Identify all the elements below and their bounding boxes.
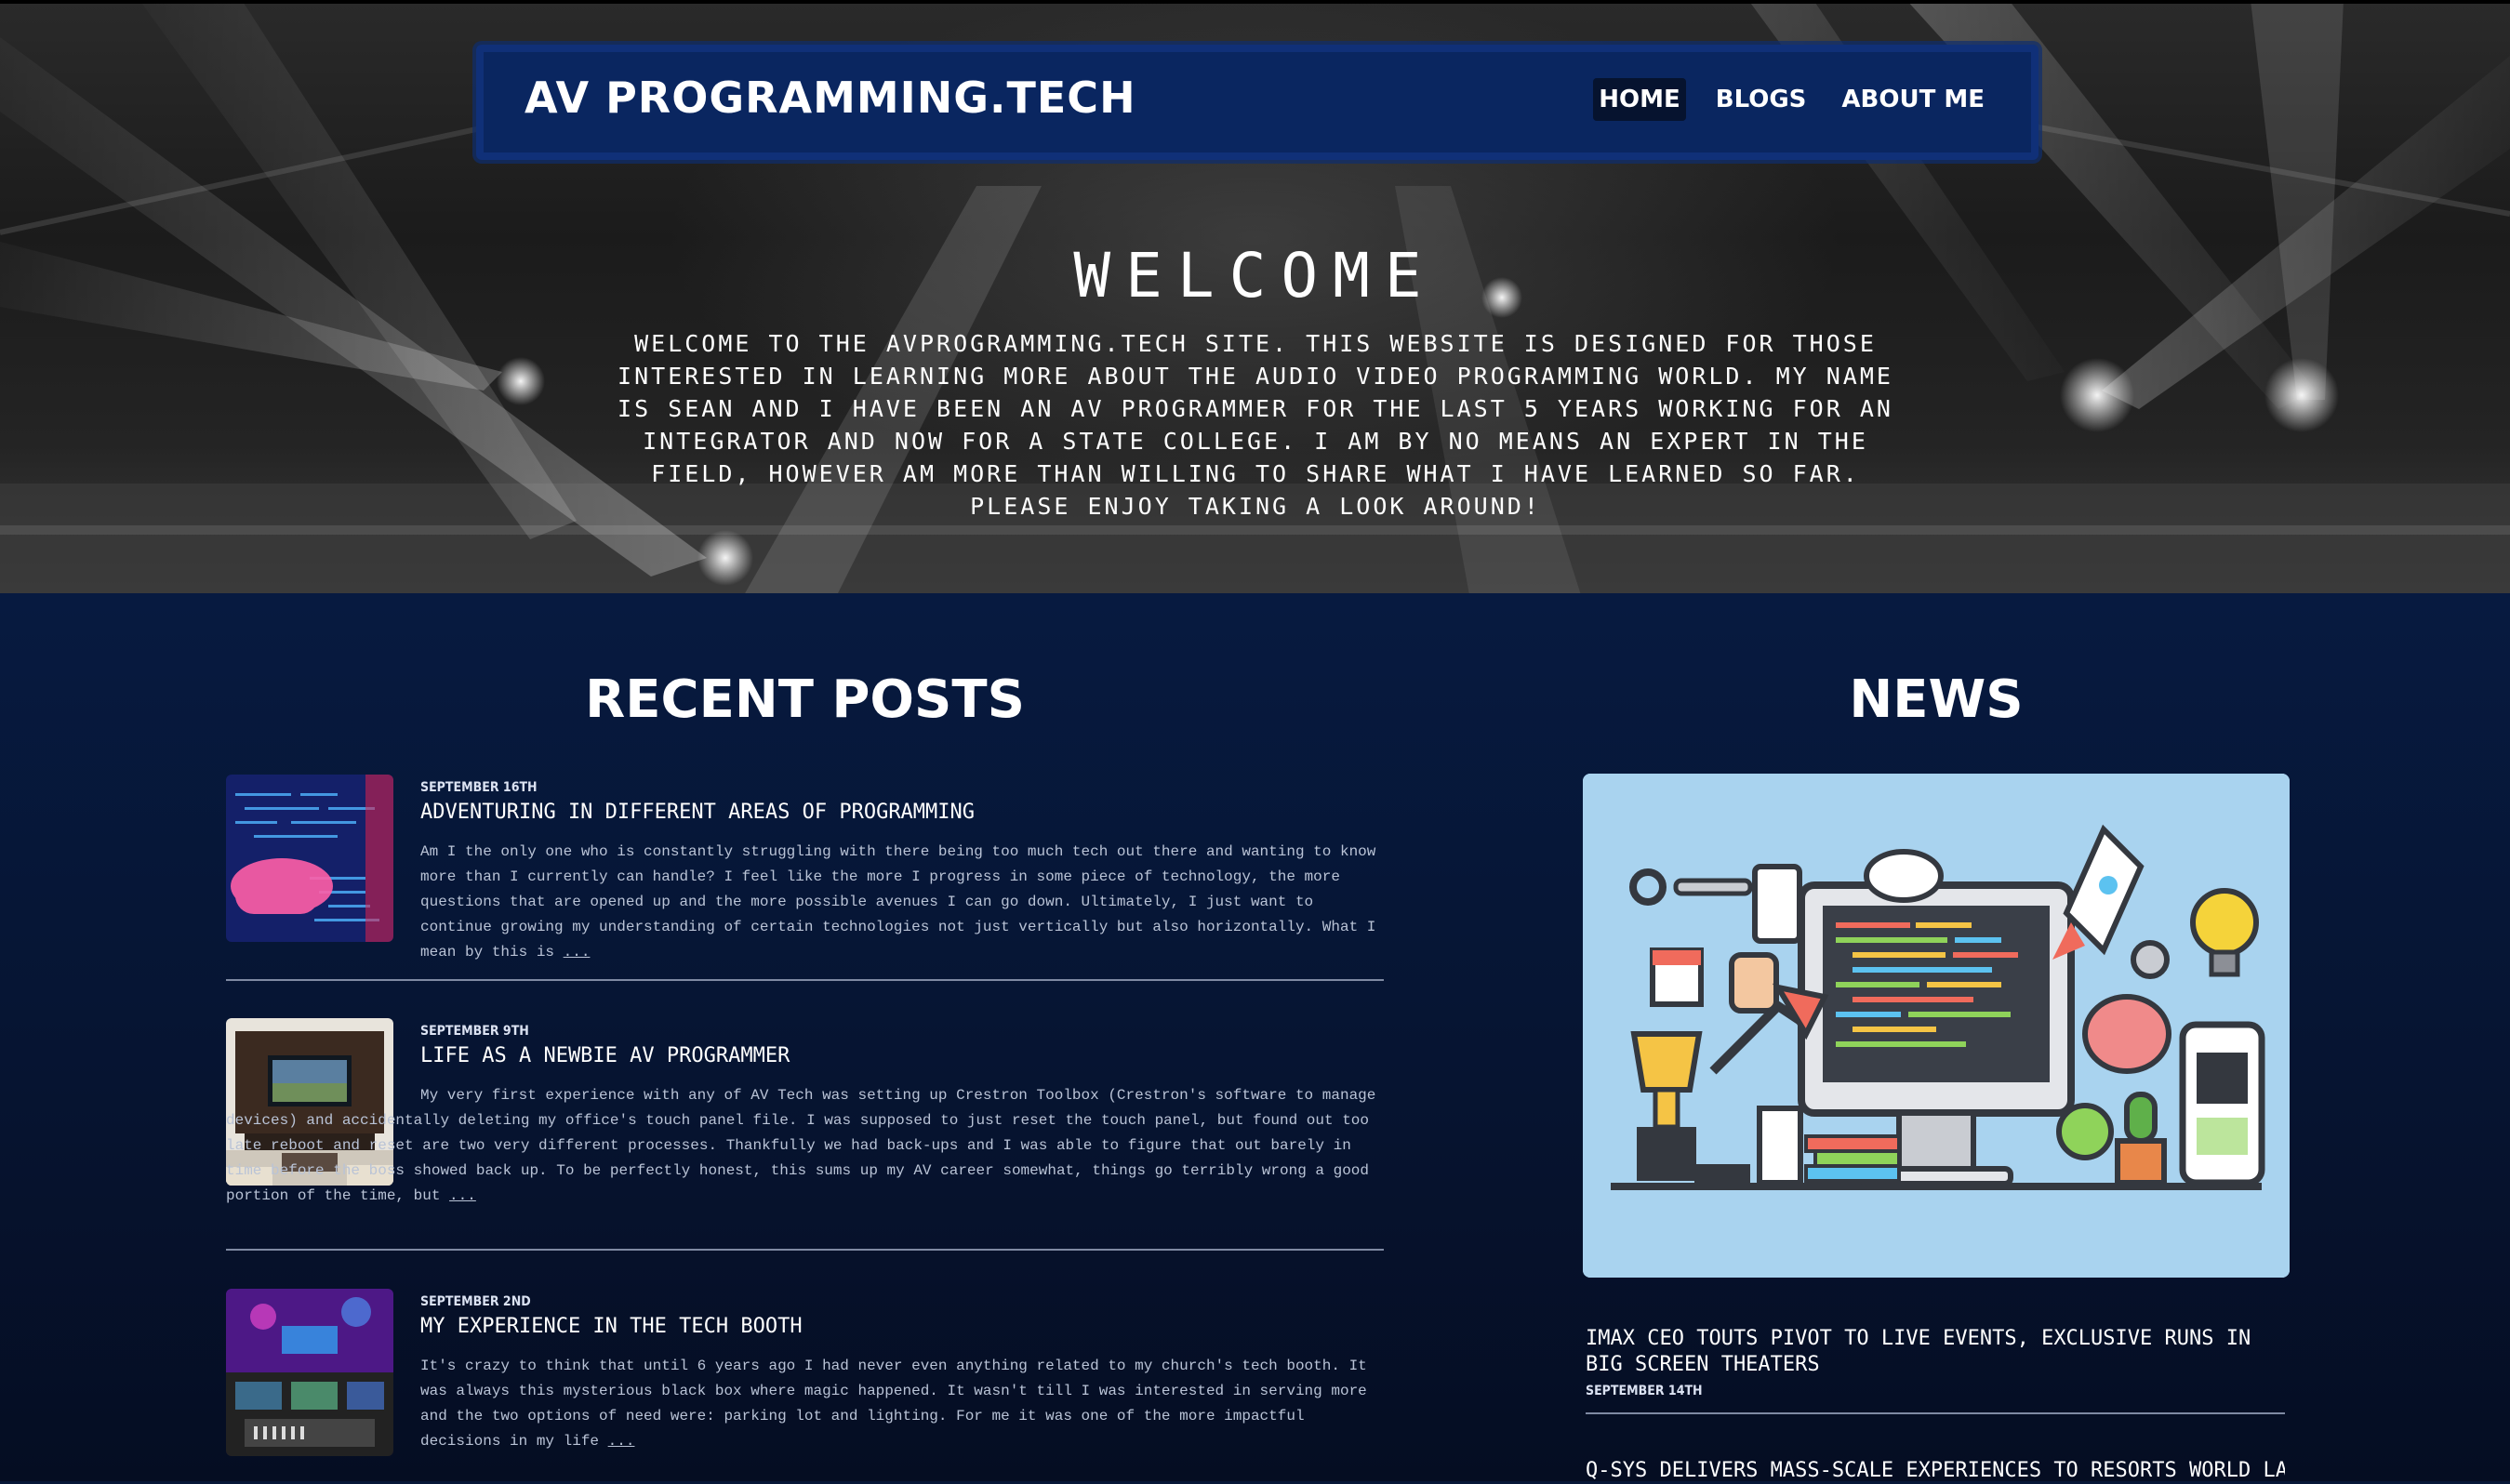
post-title-link[interactable]: Adventuring in Different Areas of Progra… [420,801,975,824]
post-excerpt: My very first experience with any of AV … [226,1083,1384,1209]
post-item: September 9th Life as a Newbie AV Progra… [226,1018,1384,1260]
read-more-link[interactable]: ... [449,1187,476,1204]
post-item: September 16th Adventuring in Different … [226,775,1384,961]
post-excerpt: Am I the only one who is constantly stru… [420,840,1384,965]
recent-posts-heading: RECENT POSTS [585,669,1025,730]
news-heading: NEWS [1849,669,2024,730]
welcome-paragraph: Welcome to the avprogramming.tech site. … [618,330,1893,520]
post-excerpt-text: My very first experience with any of AV … [226,1087,1376,1204]
programming-illustration [1583,774,2290,1278]
read-more-link[interactable]: ... [564,944,591,961]
post-date: September 2nd [420,1294,531,1309]
nav-about-me-link[interactable]: ABOUT ME [1836,78,1990,121]
nav-blogs-link[interactable]: BLOGS [1710,78,1813,121]
news-item: IMAX CEO Touts Pivot to Live Events, Exc… [1586,1326,2285,1398]
news-featured-image[interactable] [1583,774,2290,1278]
news-title-link[interactable]: Q-SYS Delivers Mass-Scale Experiences to… [1586,1458,2285,1484]
post-date: September 9th [420,1024,529,1039]
read-more-link[interactable]: ... [608,1433,635,1450]
welcome-heading: WELCOME [1073,240,1437,311]
post-excerpt-text: It's crazy to think that until 6 years a… [420,1358,1367,1450]
post-item: September 2nd My Experience in the Tech … [226,1289,1384,1475]
top-navbar: AV PROGRAMMING.TECH HOME BLOGS ABOUT ME [476,45,2039,160]
news-date: September 14th [1586,1384,1703,1398]
post-date: September 16th [420,780,538,795]
news-title-link[interactable]: IMAX CEO Touts Pivot to Live Events, Exc… [1586,1326,2285,1378]
news-divider [1586,1412,2285,1414]
post-thumbnail-code-image[interactable] [226,775,393,942]
post-divider [226,1249,1384,1251]
post-divider [226,979,1384,981]
main-content: RECENT POSTS NEWS SEPTEMBER 16TH ADVENTU… [0,593,2510,1484]
site-brand-logo[interactable]: AV PROGRAMMING.TECH [525,73,1136,123]
post-title-link[interactable]: My Experience in the Tech Booth [420,1315,803,1338]
post-title-link[interactable]: Life as a Newbie AV Programmer [420,1044,790,1067]
post-excerpt: It's crazy to think that until 6 years a… [420,1354,1384,1454]
nav-home-link[interactable]: HOME [1593,78,1686,121]
news-item: Q-SYS Delivers Mass-Scale Experiences to… [1586,1458,2285,1484]
nav-links: HOME BLOGS ABOUT ME [1593,78,1990,121]
hero-banner: AV PROGRAMMING.TECH HOME BLOGS ABOUT ME … [0,0,2510,593]
post-thumbnail-tech-booth-image[interactable] [226,1289,393,1456]
